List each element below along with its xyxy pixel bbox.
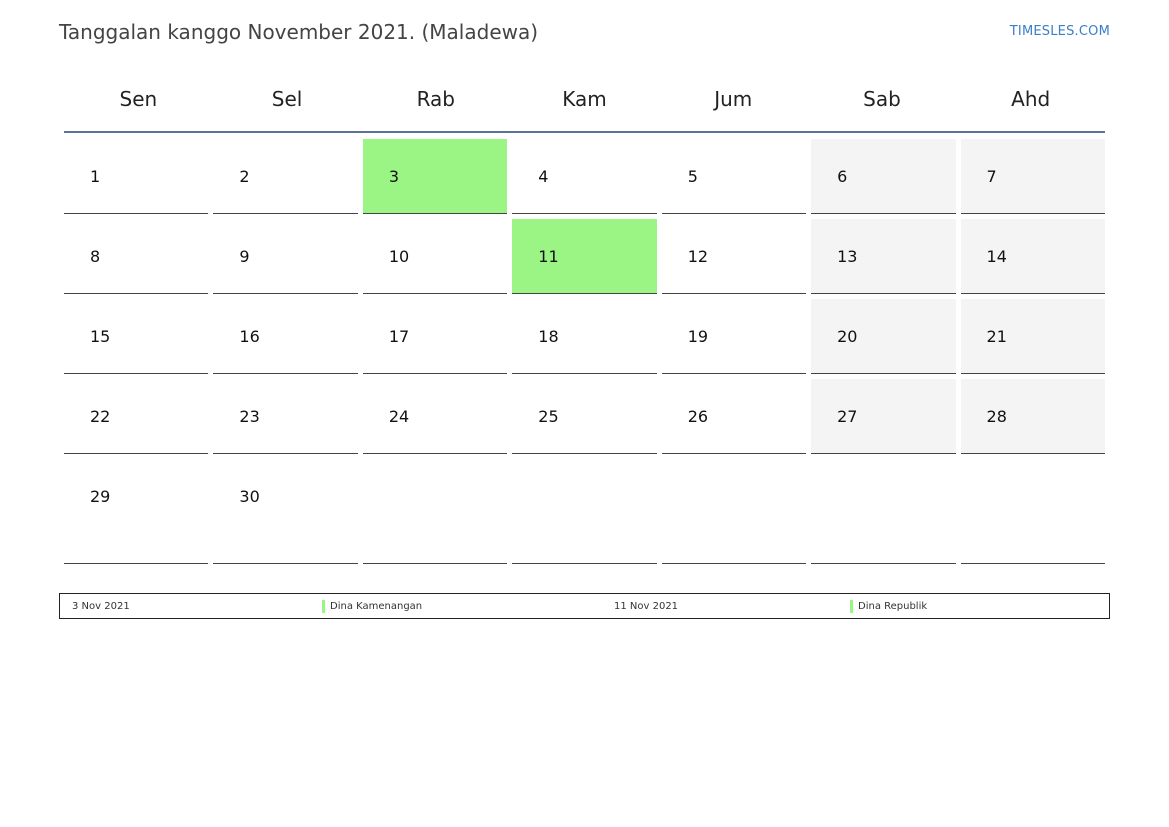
day-number: 3 [388,167,400,186]
calendar-day-empty [960,459,1105,564]
day-number: 20 [837,327,858,346]
calendar-week: 15 16 17 18 19 20 21 [64,299,1105,374]
calendar-day: 8 [64,219,209,294]
day-number: 12 [687,247,709,266]
weekday-wed: Rab [416,87,455,111]
calendar-day-empty [362,459,508,564]
calendar-week: 29 30 [64,459,1105,564]
day-number: 25 [538,407,559,426]
calendar-day-weekend: 6 [811,139,956,214]
calendar-day: 4 [512,139,657,214]
holiday-color-swatch [850,600,853,613]
holiday-legend: 3 Nov 2021 Dina Kamenangan 11 Nov 2021 D… [59,593,1110,619]
calendar-day-weekend: 27 [811,379,956,454]
day-number: 14 [986,247,1007,266]
calendar-day-empty [512,459,657,564]
day-number: 15 [90,327,111,346]
day-number: 2 [239,167,250,186]
holiday-name: Dina Kamenangan [322,600,423,613]
day-number: 23 [239,407,260,426]
calendar-day: 22 [64,379,209,454]
weekday-sun: Ahd [1011,87,1051,111]
calendar-day: 24 [362,379,508,454]
calendar-day: 10 [362,219,508,294]
calendar-day: 16 [213,299,358,374]
calendar-day: 12 [661,219,807,294]
calendar-day-weekend: 28 [960,379,1105,454]
holiday-name-label: Dina Republik [858,601,928,612]
calendar-week: 8 9 10 11 12 13 14 [64,219,1105,294]
day-number: 1 [90,167,101,186]
holiday-name-label: Dina Kamenangan [330,601,423,612]
day-number: 24 [388,407,410,426]
calendar-week: 1 2 3 4 5 6 7 [64,139,1105,214]
calendar-day: 26 [661,379,807,454]
calendar-day: 2 [213,139,358,214]
calendar-day-weekend: 13 [811,219,956,294]
holiday-date: 3 Nov 2021 [72,601,130,612]
day-number: 17 [388,327,410,346]
day-number: 13 [837,247,858,266]
calendar-day: 15 [64,299,209,374]
day-number: 10 [388,247,410,266]
day-number: 6 [837,167,848,186]
holiday-color-swatch [322,600,325,613]
calendar-day: 19 [661,299,807,374]
day-number: 7 [986,167,997,186]
page-title: Tanggalan kanggo November 2021. (Maladew… [59,20,539,44]
calendar-grid: 1 2 3 4 5 6 7 8 9 10 11 12 13 14 15 16 1… [64,139,1105,569]
day-number: 22 [90,407,111,426]
calendar-day: 17 [362,299,508,374]
site-link[interactable]: TIMESLES.COM [1010,24,1110,39]
day-number: 8 [90,247,101,266]
calendar-day-weekend: 14 [960,219,1105,294]
calendar-day: 29 [64,459,209,564]
calendar-day-weekend: 21 [960,299,1105,374]
day-number: 4 [538,167,549,186]
holiday-date: 11 Nov 2021 [614,601,679,612]
calendar-day: 1 [64,139,209,214]
calendar-week: 22 23 24 25 26 27 28 [64,379,1105,454]
day-number: 19 [687,327,709,346]
holiday-name: Dina Republik [850,600,928,613]
day-number: 9 [239,247,250,266]
calendar-day-holiday: 3 [362,139,508,214]
calendar-day: 25 [512,379,657,454]
calendar-day: 23 [213,379,358,454]
calendar-day-empty [661,459,807,564]
day-number: 28 [986,407,1007,426]
day-number: 5 [687,167,698,186]
calendar-day-holiday: 11 [512,219,657,294]
weekday-mon: Sen [119,87,158,111]
weekday-tue: Sel [271,87,303,111]
weekday-sat: Sab [863,87,901,111]
weekday-fri: Jum [714,87,753,111]
header-divider [64,131,1105,133]
day-number: 27 [837,407,858,426]
weekday-header: Sen Sel Rab Kam Jum Sab Ahd [64,74,1105,124]
day-number: 29 [90,487,111,506]
day-number: 21 [986,327,1007,346]
calendar-day: 30 [213,459,358,564]
calendar-day-weekend: 7 [960,139,1105,214]
day-number: 11 [538,247,559,266]
calendar-day-empty [811,459,956,564]
day-number: 26 [687,407,709,426]
calendar-day: 5 [661,139,807,214]
calendar-day-weekend: 20 [811,299,956,374]
weekday-thu: Kam [562,87,607,111]
day-number: 30 [239,487,260,506]
calendar-day: 18 [512,299,657,374]
day-number: 16 [239,327,260,346]
day-number: 18 [538,327,559,346]
calendar-day: 9 [213,219,358,294]
